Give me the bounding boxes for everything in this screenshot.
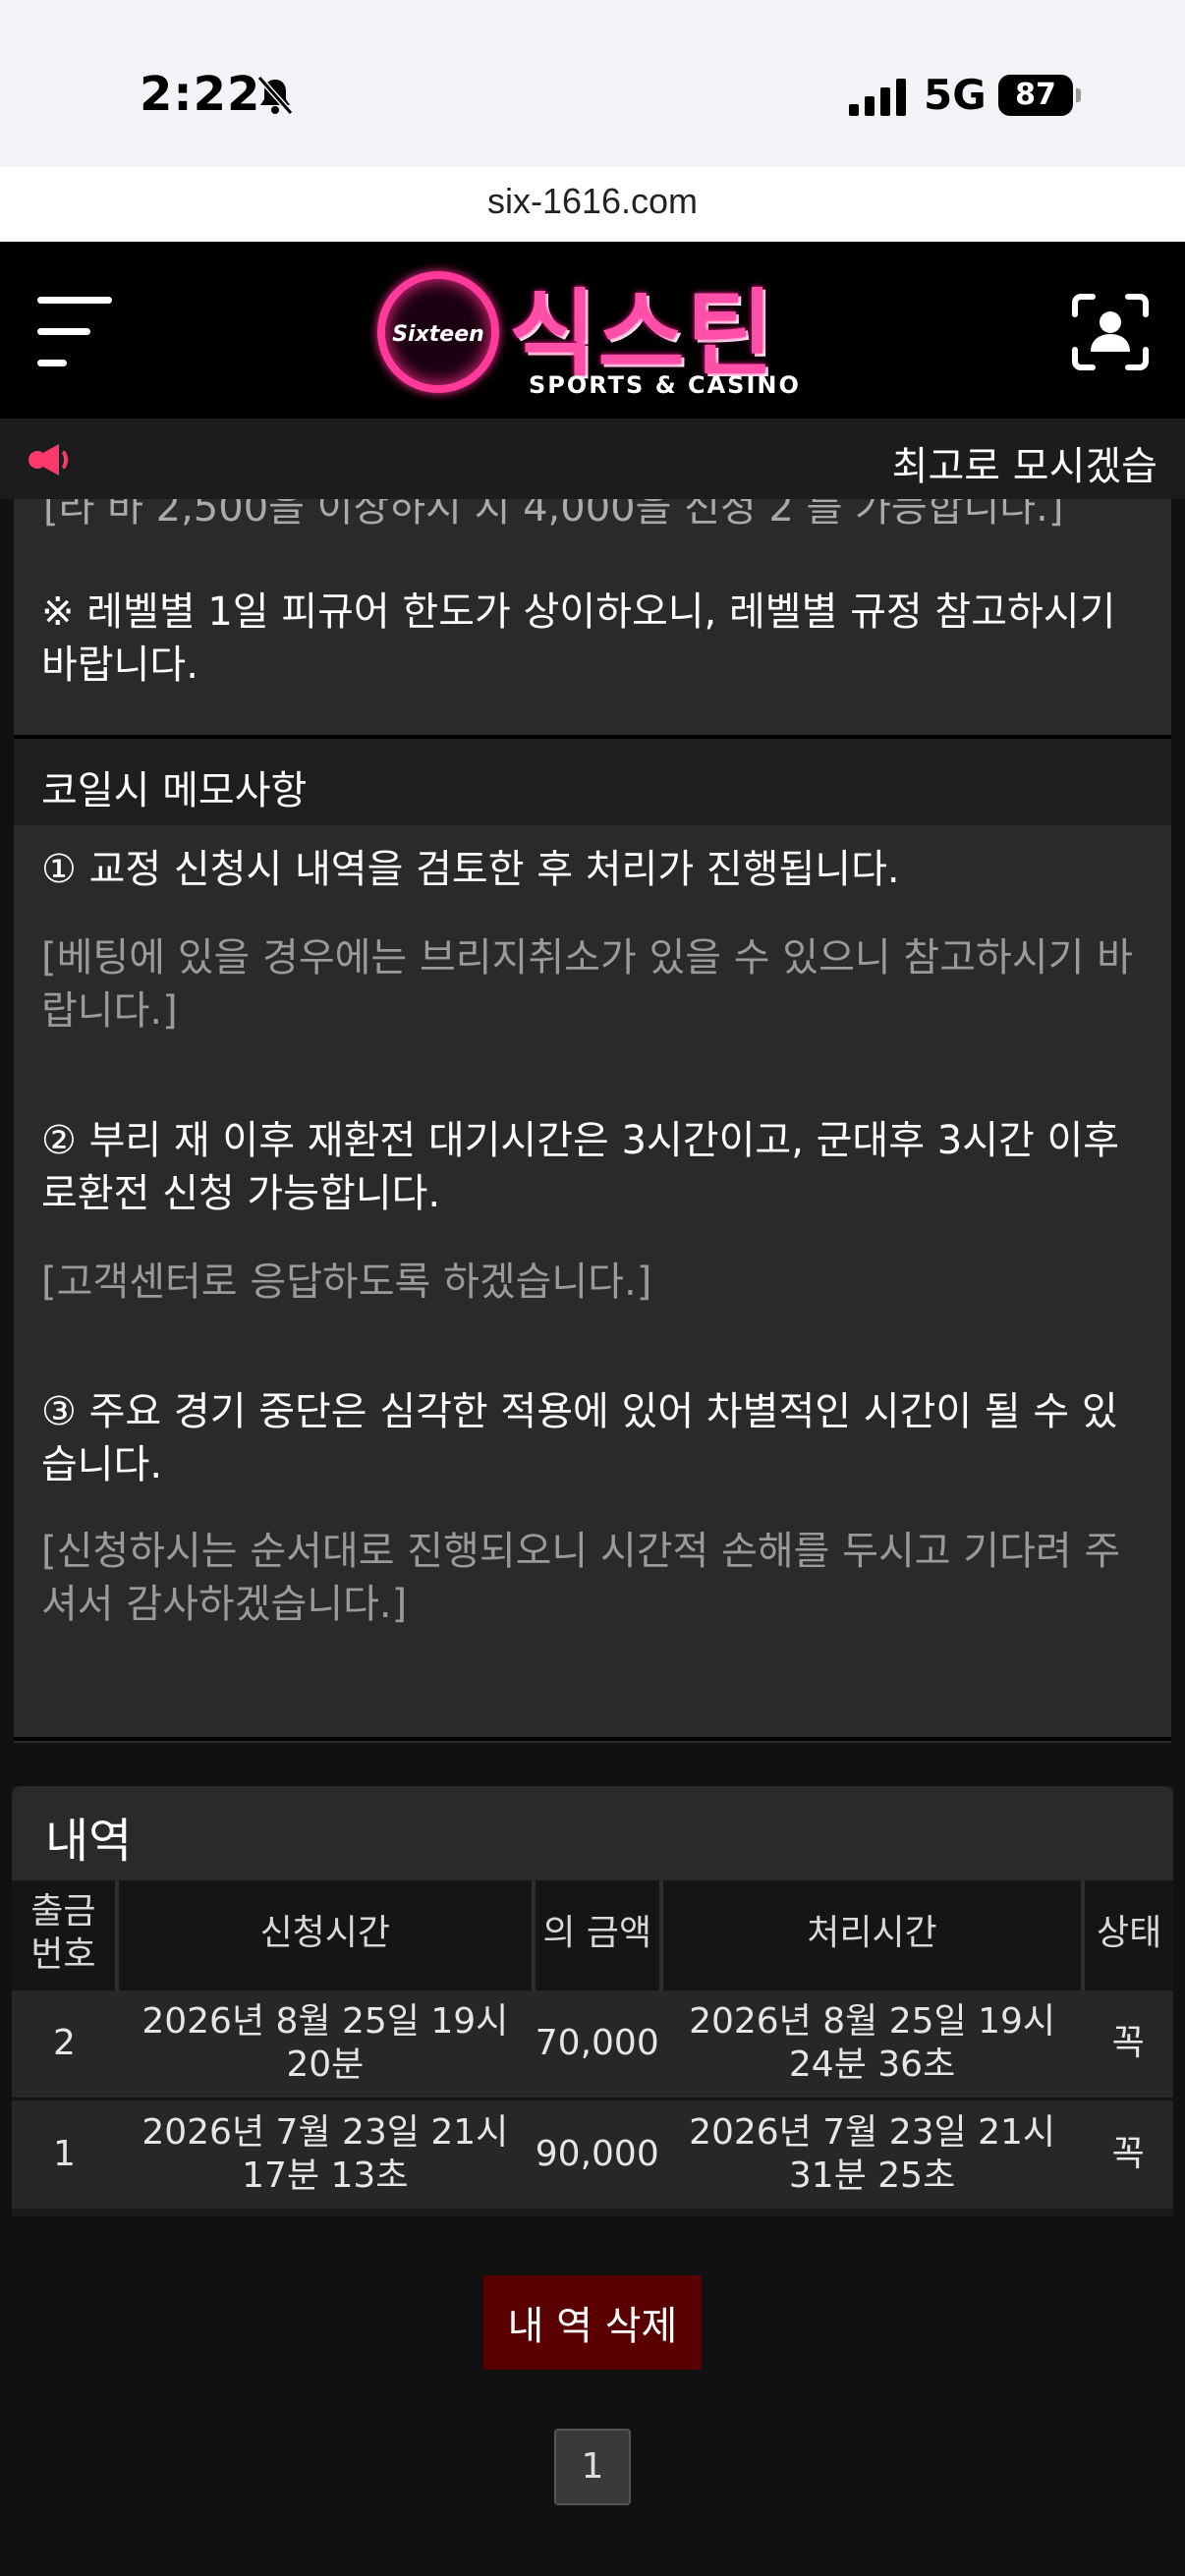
cell-amount: 90,000 (533, 2097, 661, 2209)
level-note: ※ 레벨별 1일 피규어 한도가 상이하오니, 레벨별 규정 참고하시기 바랍니… (41, 589, 1116, 688)
pagination-page-1[interactable]: 1 (554, 2429, 631, 2505)
memo-item-2-note: [고객센터로 응답하도록 하겠습니다.] (41, 1260, 652, 1305)
bell-muted-icon (256, 76, 294, 115)
cell-number: 2 (12, 1987, 117, 2099)
column-header: 의 금액 (533, 1880, 663, 1988)
cell-requested-time: 2026년 8월 25일 19시 20분 (116, 1987, 534, 2099)
battery-tip (1076, 88, 1081, 102)
marquee-text: 최고로 모시겠습 (891, 444, 1157, 489)
history-table: 출금번호 신청시간 의 금액 처리시간 상태 2 2026년 8월 25일 19… (12, 1880, 1173, 2209)
signal-icon (849, 79, 906, 116)
logo-badge: Sixteen (377, 271, 499, 393)
table-row: 1 2026년 7월 23일 21시 17분 13초 90,000 2026년 … (12, 2097, 1173, 2209)
history-panel: 내역 출금번호 신청시간 의 금액 처리시간 상태 2 2026년 8월 25일… (12, 1786, 1173, 2216)
network-label: 5G (924, 71, 987, 119)
hamburger-menu-icon[interactable] (37, 297, 112, 366)
notice-marquee: 최고로 모시겠습 (0, 419, 1185, 499)
notice-panel: [라 바 2,500을 이상하시 지 4,000을 신청 2 를 가능합니다.]… (14, 499, 1171, 1743)
cell-requested-time: 2026년 7월 23일 21시 17분 13초 (116, 2097, 534, 2209)
memo-item-1: ① 교정 신청시 내역을 검토한 후 처리가 진행됩니다. (41, 847, 900, 892)
logo-subtitle: SPORTS & CASINO (529, 371, 801, 399)
history-header: 내역 (12, 1786, 1173, 1880)
memo-item-3-note: [신청하시는 순서대로 진행되오니 시간적 손해를 두시고 기다려 주셔서 감사… (41, 1529, 1121, 1627)
battery-icon: 87 (998, 75, 1081, 116)
column-header: 처리시간 (660, 1880, 1086, 1988)
column-header: 신청시간 (116, 1880, 536, 1988)
status-time: 2:22 (140, 67, 261, 122)
megaphone-icon (28, 444, 68, 476)
cell-processed-time: 2026년 7월 23일 21시 31분 25초 (660, 2097, 1084, 2209)
site-logo[interactable]: Sixteen 식스틴 SPORTS & CASINO (373, 263, 806, 401)
clipped-notice-line: [라 바 2,500을 이상하시 지 4,000을 신청 2 를 가능합니다.] (43, 499, 1064, 531)
battery-level: 87 (998, 75, 1073, 116)
memo-item-1-note: [베팅에 있을 경우에는 브리지취소가 있을 수 있으니 참고하시기 바랍니다.… (41, 935, 1133, 1034)
divider (14, 1737, 1171, 1741)
site-header: Sixteen 식스틴 SPORTS & CASINO (0, 242, 1185, 419)
cell-processed-time: 2026년 8월 25일 19시 24분 36초 (660, 1987, 1084, 2099)
user-scan-icon[interactable] (1071, 293, 1150, 371)
cell-amount: 70,000 (533, 1987, 661, 2099)
cell-number: 1 (12, 2097, 117, 2209)
memo-item-3: ③ 주요 경기 중단은 심각한 적용에 있어 차별적인 시간이 될 수 있습니다… (41, 1389, 1118, 1487)
memo-header: 코일시 메모사항 (14, 739, 1171, 825)
table-header-row: 출금번호 신청시간 의 금액 처리시간 상태 (12, 1880, 1173, 1988)
column-header: 상태 (1083, 1880, 1173, 1988)
table-row: 2 2026년 8월 25일 19시 20분 70,000 2026년 8월 2… (12, 1987, 1173, 2099)
memo-item-2: ② 부리 재 이후 재환전 대기시간은 3시간이고, 군대후 3시간 이후 로환… (41, 1118, 1120, 1216)
status-bar: 2:22 5G 87 (0, 0, 1185, 167)
cell-status: 꼭 (1083, 1987, 1173, 2099)
url-bar[interactable]: six-1616.com (0, 167, 1185, 242)
delete-history-button[interactable]: 내 역 삭제 (483, 2275, 702, 2370)
history-title: 내역 (45, 1814, 133, 1869)
logo-badge-text: Sixteen (392, 322, 484, 347)
memo-title: 코일시 메모사항 (41, 768, 308, 813)
column-header: 출금번호 (12, 1880, 119, 1988)
cell-status: 꼭 (1083, 2097, 1173, 2209)
